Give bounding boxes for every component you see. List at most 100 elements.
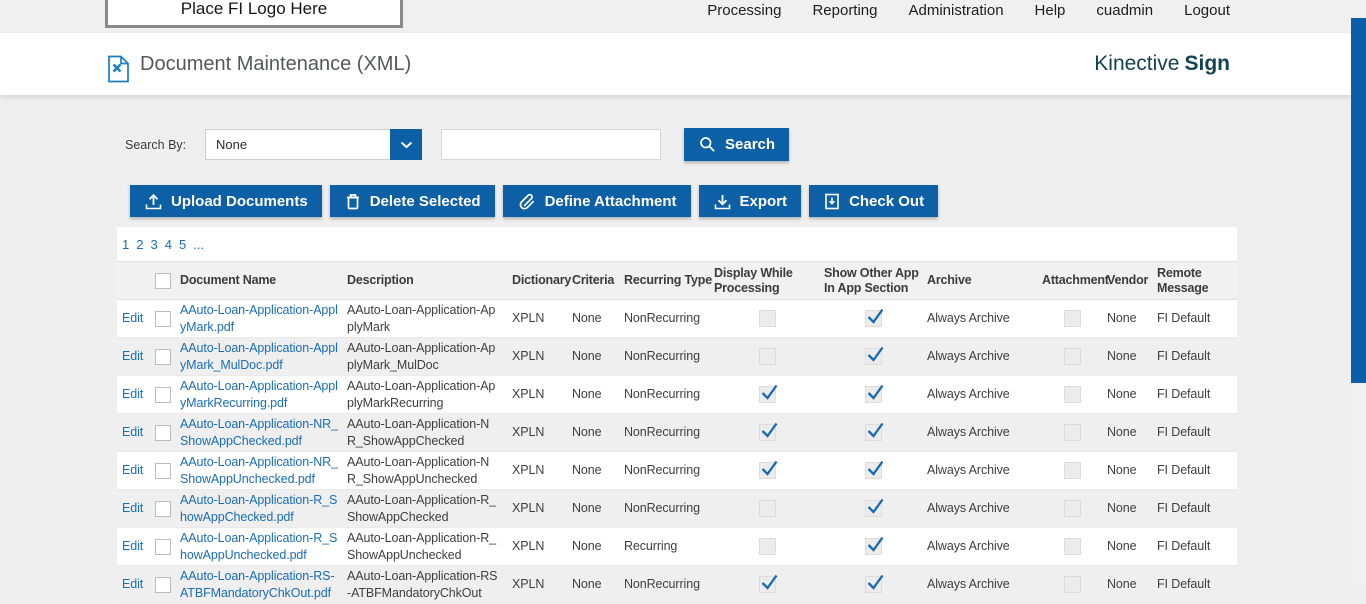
search-by-selected-value: None	[206, 137, 390, 152]
show-other-app-checkbox[interactable]	[865, 576, 882, 593]
nav-item-logout[interactable]: Logout	[1184, 2, 1230, 20]
scrollbar-track[interactable]	[1351, 0, 1366, 581]
dictionary-cell: XPLN	[510, 348, 570, 364]
dictionary-cell: XPLN	[510, 310, 570, 326]
chevron-down-icon[interactable]	[390, 129, 422, 160]
edit-link[interactable]: Edit	[122, 577, 143, 591]
nav-item-help[interactable]: Help	[1035, 2, 1066, 20]
vendor-cell: None	[1105, 462, 1155, 478]
page-link[interactable]: 4	[165, 237, 172, 252]
row-select-checkbox[interactable]	[155, 349, 171, 365]
page-link[interactable]: 5	[179, 237, 186, 252]
document-name-link[interactable]: AAuto-Loan-Application-R_ShowAppUnchecke…	[178, 530, 345, 563]
edit-link[interactable]: Edit	[122, 463, 143, 477]
recurring-type-cell: Recurring	[622, 538, 712, 554]
search-by-dropdown[interactable]: None	[205, 129, 422, 160]
column-header-show-other-app-in-app-section: Show Other App In App Section	[822, 264, 925, 298]
criteria-cell: None	[570, 386, 622, 402]
attachment-checkbox[interactable]	[1064, 424, 1081, 441]
attachment-checkbox[interactable]	[1064, 348, 1081, 365]
vendor-cell: None	[1105, 576, 1155, 592]
upload-documents-button[interactable]: Upload Documents	[130, 185, 322, 217]
brand-logo: Kinective Sign	[1094, 33, 1230, 95]
document-name-link[interactable]: AAuto-Loan-Application-RS-ATBFMandatoryC…	[178, 568, 345, 601]
top-bar: Place FI Logo Here Processing Reporting Ad…	[0, 0, 1351, 33]
page-link[interactable]: 2	[136, 237, 143, 252]
search-input[interactable]	[441, 129, 661, 160]
archive-cell: Always Archive	[925, 348, 1040, 364]
document-name-link[interactable]: AAuto-Loan-Application-NR_ShowAppChecked…	[178, 416, 345, 449]
show-other-app-checkbox[interactable]	[865, 424, 882, 441]
define-attachment-button[interactable]: Define Attachment	[503, 185, 691, 217]
document-name-link[interactable]: AAuto-Loan-Application-R_ShowAppChecked.…	[178, 492, 345, 525]
upload-icon	[144, 192, 163, 211]
row-select-checkbox[interactable]	[155, 463, 171, 479]
attachment-checkbox[interactable]	[1064, 538, 1081, 555]
edit-link[interactable]: Edit	[122, 501, 143, 515]
column-header-recurring-type: Recurring Type	[622, 271, 712, 290]
documents-panel: 12345... Document NameDescriptionDiction…	[117, 227, 1237, 604]
check-out-button[interactable]: Check Out	[809, 185, 938, 217]
search-button-label: Search	[725, 136, 775, 153]
display-while-processing-checkbox[interactable]	[759, 538, 776, 555]
document-name-link[interactable]: AAuto-Loan-Application-ApplyMarkRecurrin…	[178, 378, 345, 411]
select-all-checkbox[interactable]	[155, 273, 171, 289]
show-other-app-checkbox[interactable]	[865, 348, 882, 365]
edit-link[interactable]: Edit	[122, 539, 143, 553]
recurring-type-cell: NonRecurring	[622, 386, 712, 402]
recurring-type-cell: NonRecurring	[622, 310, 712, 326]
attachment-checkbox[interactable]	[1064, 386, 1081, 403]
delete-selected-button[interactable]: Delete Selected	[330, 185, 495, 217]
search-button[interactable]: Search	[684, 128, 789, 161]
fi-logo-text: Place FI Logo Here	[181, 0, 327, 19]
row-select-checkbox[interactable]	[155, 501, 171, 517]
vendor-cell: None	[1105, 500, 1155, 516]
table-row: Edit AAuto-Loan-Application-R_ShowAppChec…	[117, 490, 1237, 528]
nav-item-reporting[interactable]: Reporting	[812, 2, 877, 20]
edit-link[interactable]: Edit	[122, 349, 143, 363]
nav-item-administration[interactable]: Administration	[909, 2, 1004, 20]
show-other-app-checkbox[interactable]	[865, 462, 882, 479]
page-link[interactable]: 1	[122, 237, 129, 252]
edit-link[interactable]: Edit	[122, 425, 143, 439]
row-select-checkbox[interactable]	[155, 387, 171, 403]
attachment-checkbox[interactable]	[1064, 576, 1081, 593]
edit-link[interactable]: Edit	[122, 311, 143, 325]
row-select-checkbox[interactable]	[155, 577, 171, 593]
row-select-checkbox[interactable]	[155, 311, 171, 327]
top-nav: Processing Reporting Administration Help cua…	[707, 0, 1230, 35]
page-link[interactable]: ...	[193, 237, 204, 252]
document-name-link[interactable]: AAuto-Loan-Application-ApplyMark_MulDoc.…	[178, 340, 345, 373]
display-while-processing-checkbox[interactable]	[759, 424, 776, 441]
nav-item-cuadmin[interactable]: cuadmin	[1096, 2, 1153, 20]
show-other-app-checkbox[interactable]	[865, 538, 882, 555]
document-name-link[interactable]: AAuto-Loan-Application-NR_ShowAppUncheck…	[178, 454, 345, 487]
nav-item-processing[interactable]: Processing	[707, 2, 781, 20]
display-while-processing-checkbox[interactable]	[759, 348, 776, 365]
display-while-processing-checkbox[interactable]	[759, 462, 776, 479]
display-while-processing-checkbox[interactable]	[759, 386, 776, 403]
display-while-processing-checkbox[interactable]	[759, 500, 776, 517]
display-while-processing-checkbox[interactable]	[759, 310, 776, 327]
row-select-checkbox[interactable]	[155, 425, 171, 441]
recurring-type-cell: NonRecurring	[622, 500, 712, 516]
row-select-checkbox[interactable]	[155, 539, 171, 555]
column-header-attachment: Attachment	[1040, 271, 1105, 290]
criteria-cell: None	[570, 462, 622, 478]
display-while-processing-checkbox[interactable]	[759, 576, 776, 593]
page-link[interactable]: 3	[150, 237, 157, 252]
export-button[interactable]: Export	[699, 185, 802, 217]
attachment-checkbox[interactable]	[1064, 500, 1081, 517]
show-other-app-checkbox[interactable]	[865, 310, 882, 327]
show-other-app-checkbox[interactable]	[865, 500, 882, 517]
scrollbar-thumb[interactable]	[1351, 18, 1366, 383]
document-name-link[interactable]: AAuto-Loan-Application-ApplyMark.pdf	[178, 302, 345, 335]
show-other-app-checkbox[interactable]	[865, 386, 882, 403]
attachment-checkbox[interactable]	[1064, 462, 1081, 479]
attachment-checkbox[interactable]	[1064, 310, 1081, 327]
edit-link[interactable]: Edit	[122, 387, 143, 401]
vendor-cell: None	[1105, 386, 1155, 402]
archive-cell: Always Archive	[925, 576, 1040, 592]
dictionary-cell: XPLN	[510, 576, 570, 592]
recurring-type-cell: NonRecurring	[622, 462, 712, 478]
